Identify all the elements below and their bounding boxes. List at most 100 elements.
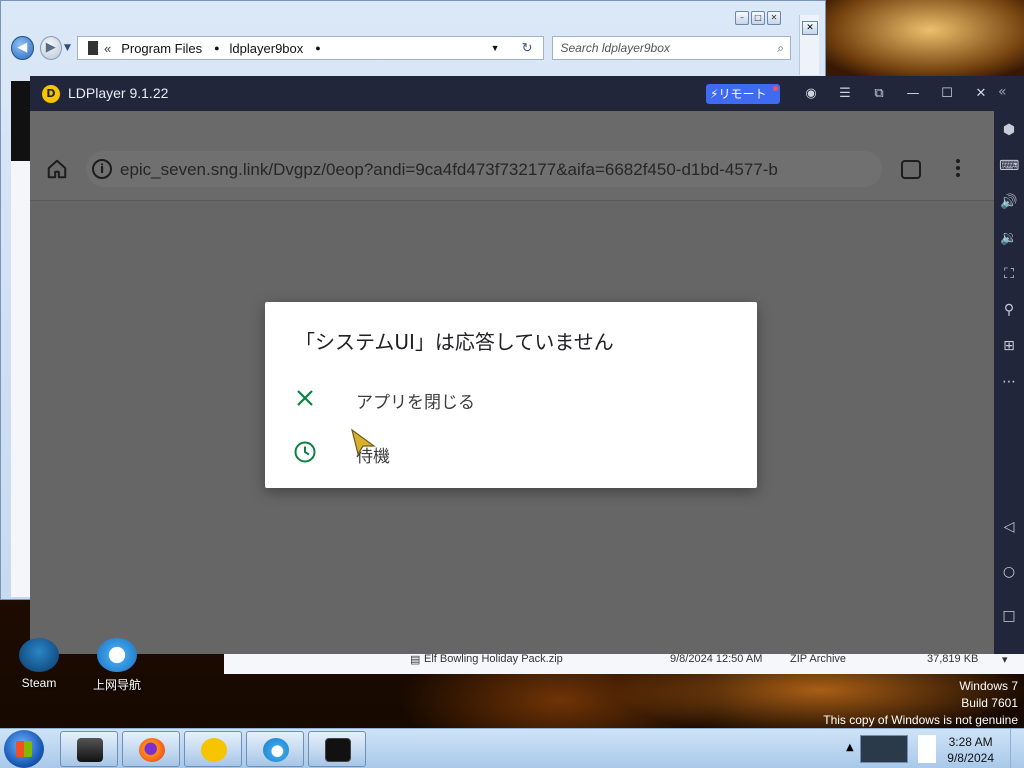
start-button[interactable]: [4, 730, 44, 768]
ldplayer-sidebar: ⬢ ⌨ 🔊 🔉 ⛶ ⚲ ⊞ ⋯ ◁ ○ □: [994, 111, 1024, 654]
taskbar-edge[interactable]: [246, 731, 304, 767]
breadcrumb-separator-icon[interactable]: ●: [214, 43, 219, 53]
zip-file-icon: ▤: [410, 654, 421, 666]
maximize-icon[interactable]: ☐: [930, 86, 964, 101]
add-app-icon[interactable]: ⊞: [999, 336, 1019, 356]
screenshot-icon[interactable]: ⛶: [999, 264, 1019, 284]
volume-up-icon[interactable]: 🔊: [999, 192, 1019, 212]
volume-down-icon[interactable]: 🔉: [999, 228, 1019, 248]
close-button[interactable]: ✕: [767, 11, 781, 25]
breadcrumb-ldplayer9box[interactable]: ldplayer9box: [230, 41, 304, 56]
mouse-cursor-icon: [351, 428, 376, 456]
clock-icon: [294, 441, 316, 463]
navigation-pane-header: [11, 81, 31, 161]
info-icon[interactable]: i: [92, 159, 112, 179]
desktop-icon-steam[interactable]: Steam: [4, 638, 74, 690]
recent-pages-chevron-icon[interactable]: ▼: [64, 43, 71, 53]
system-tray: ▲ 3:28 AM 9/8/2024: [842, 729, 1024, 768]
close-icon[interactable]: ✕: [964, 86, 998, 101]
recents-nav-icon[interactable]: □: [999, 606, 1019, 626]
location-icon[interactable]: ⚲: [999, 300, 1019, 320]
anr-dialog: 「システムUI」は応答していません アプリを閉じる 待機: [265, 302, 757, 488]
dialog-title: 「システムUI」は応答していません: [295, 330, 614, 354]
clock-time: 3:28 AM: [948, 735, 993, 749]
breadcrumb-separator-icon[interactable]: ●: [315, 43, 320, 53]
watermark-line-1: Windows 7: [959, 679, 1018, 693]
watermark-line-3: This copy of Windows is not genuine: [823, 713, 1018, 727]
background-window-edge: ✕: [799, 15, 819, 75]
browser-icon: [263, 738, 289, 762]
collapse-sidebar-icon[interactable]: «: [998, 84, 1007, 100]
titlebar-controls: ◉ ☰ ⧉ — ☐ ✕: [794, 76, 998, 111]
show-desktop-button[interactable]: [1010, 729, 1024, 768]
address-bar[interactable]: « Program Files ● ldplayer9box ● ▼ ↻: [76, 36, 544, 60]
taskbar: ▲ 3:28 AM 9/8/2024: [0, 728, 1024, 768]
ldplayer-icon: [201, 738, 227, 762]
settings-hex-icon[interactable]: ⬢: [999, 120, 1019, 140]
taskbar-terminal[interactable]: [308, 731, 366, 767]
close-icon: [297, 390, 313, 406]
windows-watermark: Windows 7 Build 7601 This copy of Window…: [823, 678, 1018, 729]
file-name: Elf Bowling Holiday Pack.zip: [424, 653, 563, 665]
remote-button[interactable]: ⚡リモート: [706, 84, 780, 104]
computer-icon: [87, 41, 98, 55]
remote-label: リモート: [718, 87, 767, 101]
ldplayer-titlebar: D LDPlayer 9.1.22 ⚡リモート ◉ ☰ ⧉ — ☐ ✕ «: [30, 76, 1024, 111]
close-app-label: アプリを閉じる: [356, 393, 475, 413]
refresh-icon[interactable]: ↻: [522, 40, 533, 56]
forward-button[interactable]: ▶: [39, 36, 63, 60]
desktop-icon-ie[interactable]: 上网导航: [82, 638, 152, 693]
close-app-option[interactable]: アプリを閉じる: [265, 376, 757, 420]
taskbar-ldplayer[interactable]: [184, 731, 242, 767]
notification-dot: [773, 86, 778, 91]
clock[interactable]: 3:28 AM 9/8/2024: [947, 734, 994, 766]
menu-icon[interactable]: ☰: [828, 86, 862, 101]
file-date: 9/8/2024 12:50 AM: [670, 653, 763, 665]
windows-logo-icon: [16, 741, 32, 757]
desktop-icon-label: 上网导航: [92, 678, 141, 692]
show-hidden-icons-icon[interactable]: ▲: [846, 742, 854, 753]
breadcrumb-overflow-icon[interactable]: «: [104, 41, 111, 56]
window-title: LDPlayer 9.1.22: [68, 85, 169, 101]
account-icon[interactable]: ◉: [794, 86, 828, 101]
desktop-icon-label: Steam: [21, 676, 57, 690]
explorer-address-row: ◀ ▶ ▼ « Program Files ● ldplayer9box ● ▼…: [11, 35, 791, 61]
watermark-line-2: Build 7601: [961, 696, 1018, 710]
more-icon[interactable]: ⋯: [999, 372, 1019, 392]
minimize-button[interactable]: –: [735, 11, 749, 25]
search-placeholder: Search ldplayer9box: [560, 41, 670, 55]
clock-date: 9/8/2024: [947, 751, 994, 765]
explorer-window-controls: – □ ✕: [735, 11, 781, 25]
tray-monitor-icon[interactable]: [860, 735, 908, 763]
steam-icon: [19, 638, 59, 672]
file-size: 37,819 KB: [927, 653, 979, 665]
home-nav-icon[interactable]: ○: [999, 562, 1019, 582]
address-dropdown-icon[interactable]: ▼: [491, 43, 500, 53]
pop-out-icon[interactable]: ⧉: [862, 86, 896, 101]
keyboard-icon[interactable]: ⌨: [999, 156, 1019, 176]
maximize-button[interactable]: □: [751, 11, 765, 25]
ldplayer-window: D LDPlayer 9.1.22 ⚡リモート ◉ ☰ ⧉ — ☐ ✕ « i …: [30, 76, 1024, 654]
ie-icon: [97, 638, 137, 672]
file-type: ZIP Archive: [790, 653, 847, 665]
more-options-icon[interactable]: [956, 159, 962, 180]
search-input[interactable]: Search ldplayer9box ⌕: [551, 36, 791, 60]
android-screen: i epic_seven.sng.link/Dvgpz/0eop?andi=9c…: [30, 111, 994, 654]
search-icon: ⌕: [777, 41, 784, 55]
tray-app-icon[interactable]: [918, 735, 936, 763]
back-nav-icon[interactable]: ◁: [999, 517, 1019, 537]
home-icon[interactable]: [46, 158, 68, 180]
wait-option[interactable]: 待機: [265, 430, 757, 474]
minimize-icon[interactable]: —: [896, 86, 930, 101]
chevron-down-icon[interactable]: ▾: [1002, 653, 1008, 666]
taskbar-firefox[interactable]: [122, 731, 180, 767]
tabs-icon[interactable]: [901, 160, 921, 179]
close-icon[interactable]: ✕: [802, 21, 818, 35]
ldplayer-logo-icon: D: [42, 85, 60, 103]
breadcrumb-program-files[interactable]: Program Files: [121, 41, 202, 56]
back-button[interactable]: ◀: [11, 36, 34, 60]
folder-icon: [77, 738, 103, 762]
navigation-pane: [11, 161, 31, 597]
taskbar-explorer[interactable]: [60, 731, 118, 767]
url-text[interactable]: epic_seven.sng.link/Dvgpz/0eop?andi=9ca4…: [120, 160, 820, 180]
